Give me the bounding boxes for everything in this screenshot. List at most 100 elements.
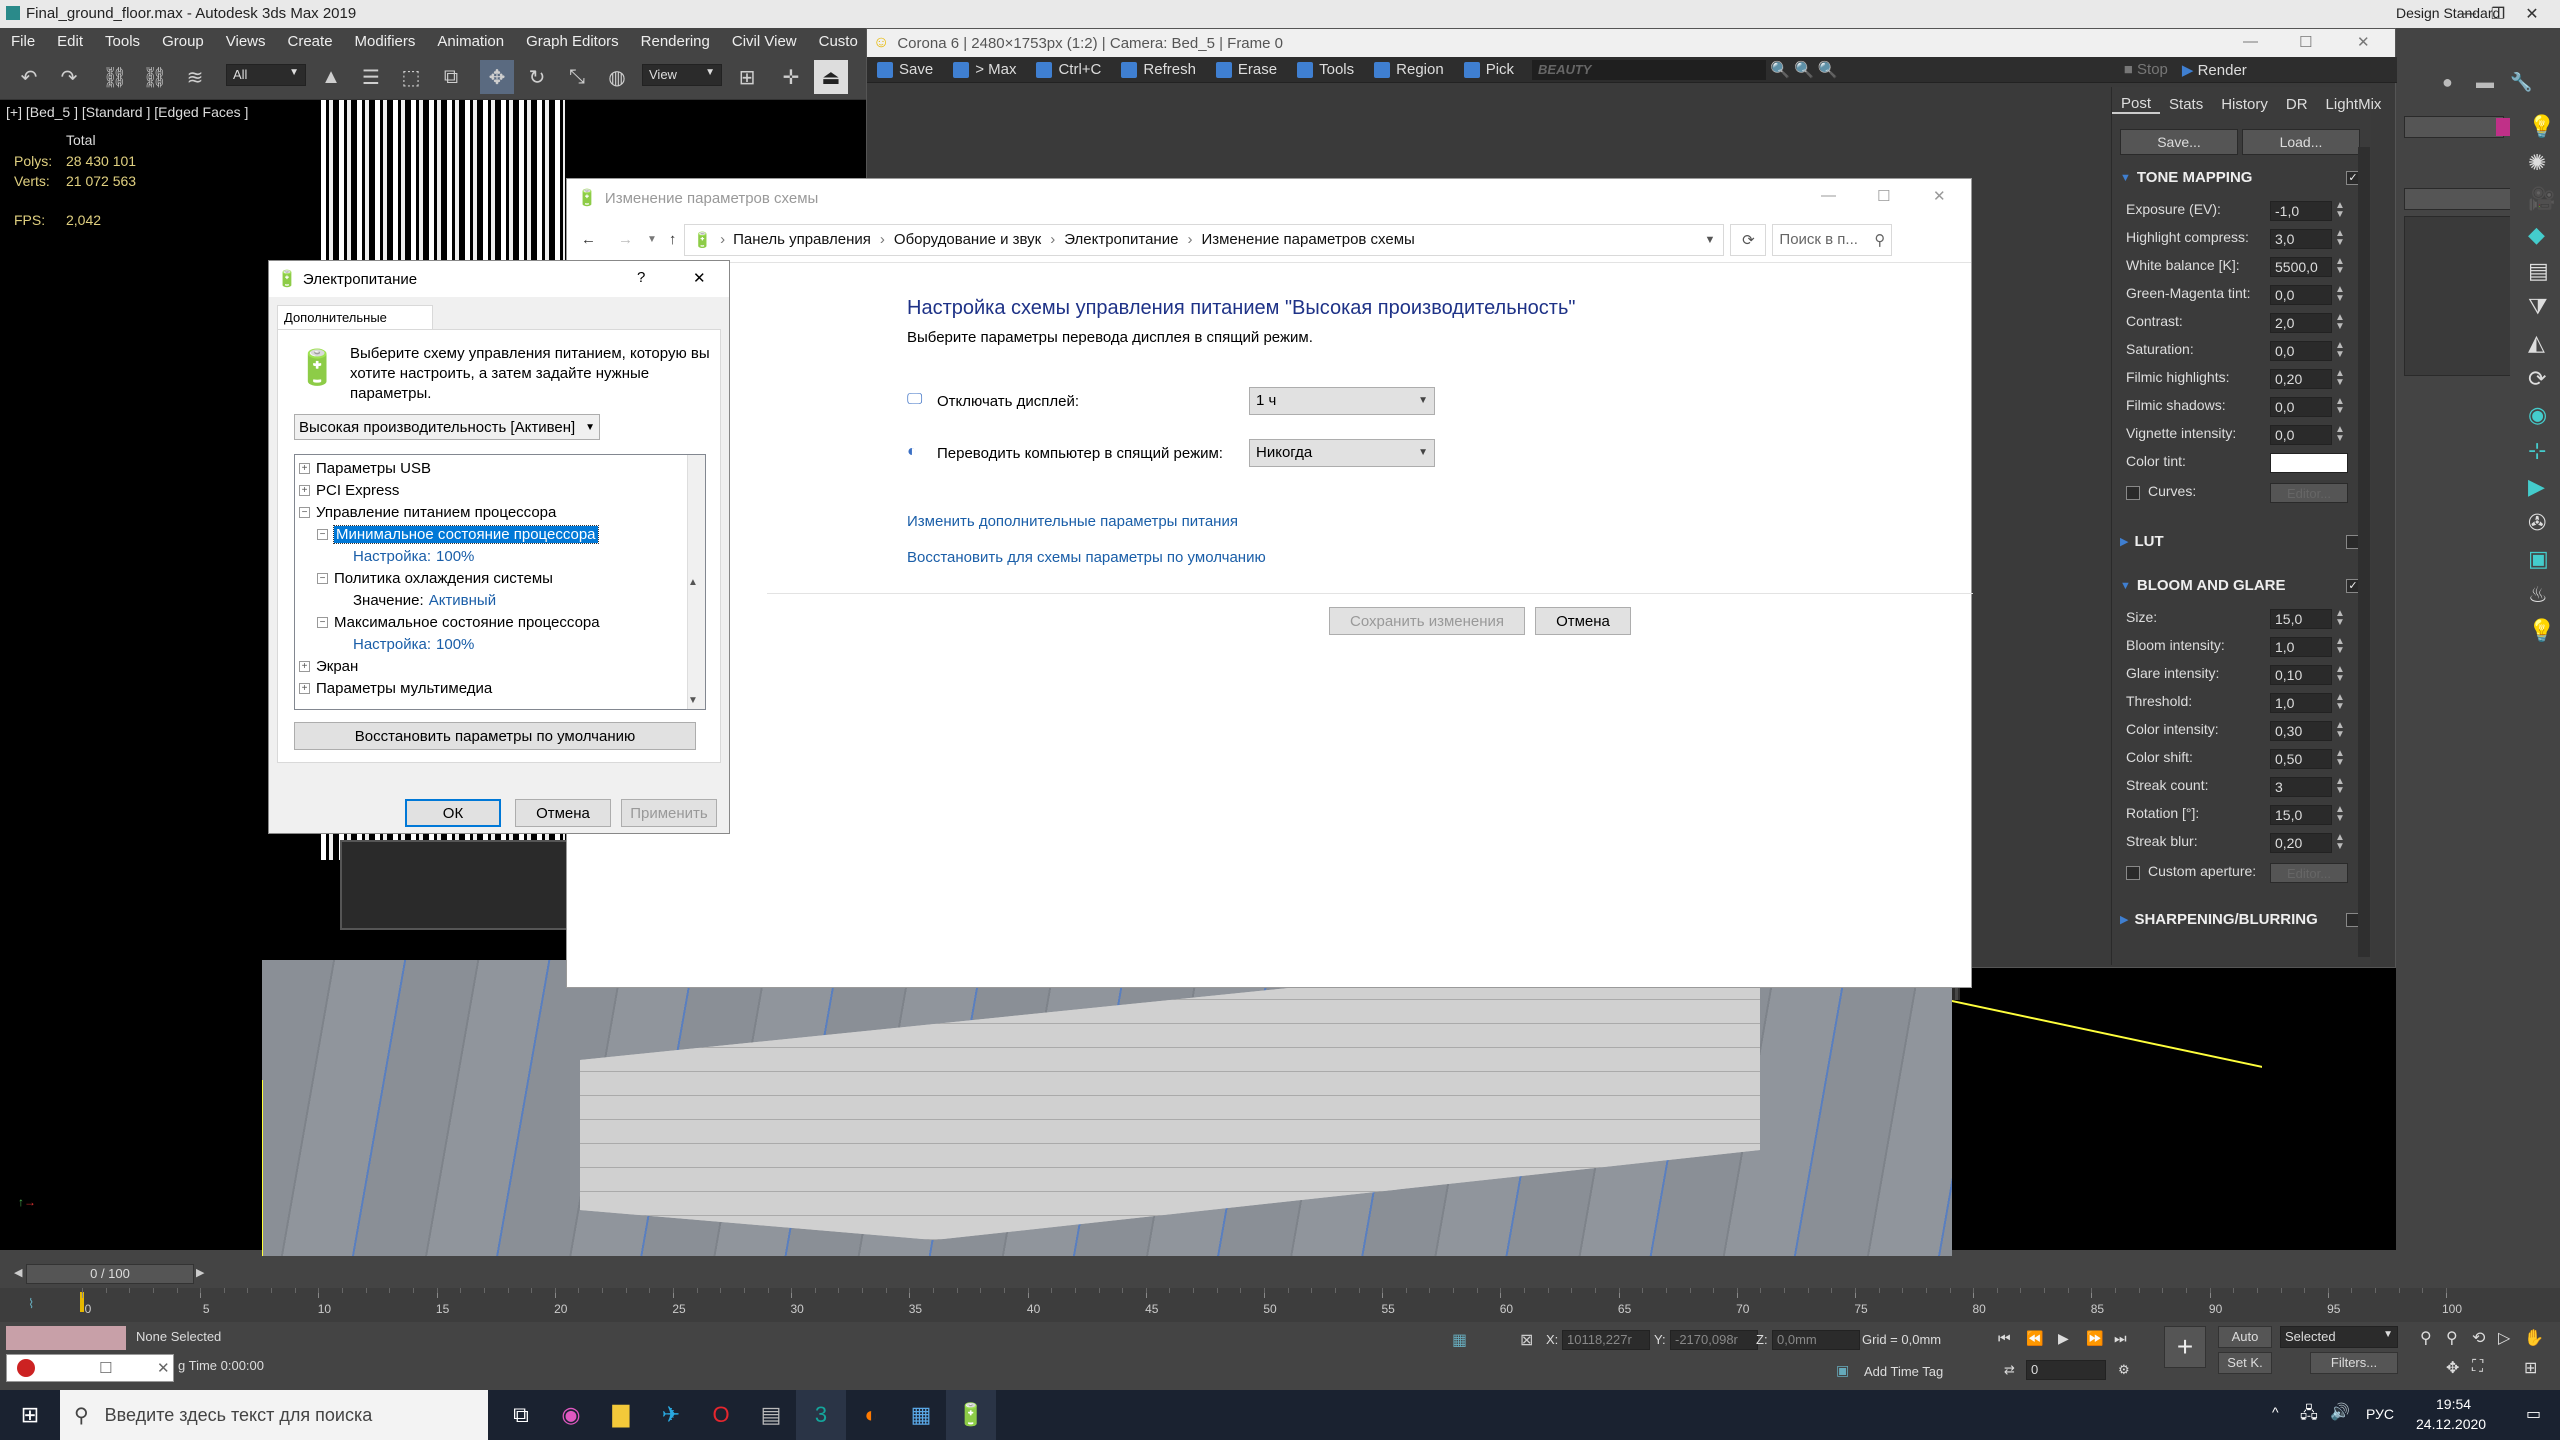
sun-icon[interactable]: ✺	[2528, 150, 2546, 176]
tree-node-cooling-value[interactable]: Значение: Активный	[299, 589, 701, 611]
scroll-up-icon[interactable]: ▲	[688, 573, 698, 591]
light-icon[interactable]: 💡	[2528, 114, 2555, 140]
render-setup-icon[interactable]: ▤	[2528, 258, 2549, 284]
tree-setting-value[interactable]: 100%	[436, 548, 474, 565]
slider-left-icon[interactable]: ◀	[14, 1266, 22, 1279]
bg-value[interactable]: 0,20	[2270, 833, 2332, 853]
bulb-icon[interactable]: 💡	[2528, 618, 2555, 644]
save-changes-button[interactable]: Сохранить изменения	[1329, 607, 1525, 635]
selection-filter-dropdown[interactable]: All ▼	[226, 64, 306, 86]
set-key-icon[interactable]: +	[2164, 1326, 2206, 1368]
settings-tree[interactable]: + Параметры USB + PCI Express − Управление …	[294, 454, 706, 710]
bg-value[interactable]: 1,0	[2270, 693, 2332, 713]
interactive-icon[interactable]: ✇	[2528, 510, 2546, 536]
scroll-down-icon[interactable]: ▼	[688, 691, 705, 709]
expand-plus-icon[interactable]: +	[299, 462, 310, 474]
cpl-minimize-button[interactable]: —	[1821, 187, 1836, 204]
corona-region-button[interactable]: Region	[1364, 61, 1454, 78]
unlink-icon[interactable]: ⛓	[138, 60, 172, 94]
menu-civil-view[interactable]: Civil View	[721, 33, 808, 50]
tab-dr[interactable]: DR	[2277, 96, 2317, 113]
menu-file[interactable]: File	[0, 33, 46, 50]
viewport-label[interactable]: [+] [Bed_5 ] [Standard ] [Edged Faces ]	[6, 104, 248, 120]
spinner-icon[interactable]: ▲ ▼	[2335, 313, 2345, 332]
menu-create[interactable]: Create	[277, 33, 344, 50]
proxy-icon[interactable]: ⟳	[2528, 366, 2546, 392]
menu-tools[interactable]: Tools	[94, 33, 151, 50]
chevron-down-icon[interactable]: ▼	[1705, 234, 1716, 246]
zoom-icon[interactable]: ⚲	[2420, 1328, 2432, 1348]
corona-maximize-button[interactable]: ☐	[2299, 33, 2312, 51]
grid-icon[interactable]: ⊞	[2524, 1358, 2537, 1378]
power-cancel-button[interactable]: Отмена	[515, 799, 611, 827]
restore-defaults-button[interactable]: Восстановить параметры по умолчанию	[294, 722, 696, 750]
rotate-icon[interactable]: ↻	[520, 60, 554, 94]
time-tag-icon[interactable]: ▣	[1836, 1362, 1849, 1379]
cpl-close-button[interactable]: ✕	[1933, 187, 1946, 205]
tm-value[interactable]: 0,0	[2270, 397, 2332, 417]
modifier-list-dropdown[interactable]	[2404, 188, 2514, 210]
power-close-button[interactable]: ✕	[693, 269, 706, 287]
play-icon[interactable]: ▶	[2058, 1330, 2069, 1347]
cpl-cancel-button[interactable]: Отмена	[1535, 607, 1631, 635]
filters-button[interactable]: Filters...	[2310, 1352, 2398, 1374]
material-icon[interactable]: ◆	[2528, 222, 2545, 248]
maximize-viewport-icon[interactable]: ⛶	[2472, 1358, 2483, 1376]
power-options-taskbar-icon[interactable]: 🔋	[946, 1390, 996, 1440]
tab-post[interactable]: Post	[2112, 95, 2161, 114]
select-by-name-icon[interactable]: ☰	[354, 60, 388, 94]
notifications-icon[interactable]: ▭	[2526, 1404, 2541, 1424]
spinner-icon[interactable]: ▲ ▼	[2335, 201, 2345, 220]
orbit-icon[interactable]: ⟲	[2472, 1328, 2485, 1348]
spinner-icon[interactable]: ▲ ▼	[2335, 285, 2345, 304]
track-bar[interactable]: ⌇ 0 5 10 15 20 25 30 35 40 45 50 55 60 65 70 75 80 85 90 95…	[0, 1288, 2560, 1322]
tone-mapping-header[interactable]: ▼ TONE MAPPING ✓	[2120, 169, 2360, 186]
tm-value[interactable]: 0,0	[2270, 285, 2332, 305]
select-manipulate-icon[interactable]: ✛	[774, 60, 808, 94]
tm-value[interactable]: 5500,0	[2270, 257, 2332, 277]
volume-icon[interactable]: 🔊	[2330, 1402, 2350, 1422]
menu-graph-editors[interactable]: Graph Editors	[515, 33, 630, 50]
prev-frame-icon[interactable]: ⏪	[2026, 1330, 2043, 1347]
collapse-minus-icon[interactable]: −	[317, 528, 328, 540]
walk-icon[interactable]: ✥	[2446, 1358, 2459, 1378]
tm-value[interactable]: 0,0	[2270, 341, 2332, 361]
y-coord-field[interactable]: -2170,098r	[1670, 1330, 1758, 1350]
sleep-timeout-select[interactable]: Никогда ▼	[1249, 439, 1435, 467]
key-mode-icon[interactable]: ⇄	[2004, 1362, 2015, 1378]
teapot-icon[interactable]: ♨	[2528, 582, 2548, 608]
bg-value[interactable]: 3	[2270, 777, 2332, 797]
recent-chevron-icon[interactable]: ▼	[647, 234, 657, 245]
tree-node-multimedia[interactable]: + Параметры мультимедиа	[299, 677, 701, 699]
display-timeout-select[interactable]: 1 ч ▼	[1249, 387, 1435, 415]
cpl-maximize-button[interactable]: ☐	[1877, 187, 1890, 205]
next-frame-icon[interactable]: ⏩	[2086, 1330, 2103, 1347]
set-key-button[interactable]: Set K.	[2218, 1352, 2272, 1374]
menu-customize[interactable]: Custo	[808, 33, 869, 50]
menu-rendering[interactable]: Rendering	[630, 33, 721, 50]
tray-chevron-icon[interactable]: ^	[2272, 1404, 2279, 1420]
post-panel-scrollbar[interactable]	[2358, 147, 2370, 957]
crumb-control-panel[interactable]: Панель управления	[733, 231, 871, 248]
scale-icon[interactable]: ⤡	[560, 60, 594, 94]
bg-value[interactable]: 0,50	[2270, 749, 2332, 769]
modifier-stack[interactable]	[2404, 216, 2514, 376]
menu-animation[interactable]: Animation	[426, 33, 515, 50]
network-icon[interactable]: 🖧	[2300, 1402, 2318, 1429]
tm-value[interactable]: -1,0	[2270, 201, 2332, 221]
language-indicator[interactable]: РУС	[2366, 1406, 2394, 1422]
go-to-end-icon[interactable]: ⏭	[2114, 1330, 2127, 1347]
maxscript-listener[interactable]	[6, 1326, 126, 1350]
time-config-icon[interactable]: ⚙	[2118, 1362, 2130, 1378]
zoom-all-icon[interactable]: ⚲	[2446, 1328, 2458, 1348]
bg-value[interactable]: 15,0	[2270, 609, 2332, 629]
corona-to-max-button[interactable]: > Max	[943, 61, 1026, 78]
breadcrumb[interactable]: 🔋 › Панель управления › Оборудование и з…	[684, 223, 1725, 256]
zoom-in-icon[interactable]: 🔍	[1770, 60, 1790, 80]
tree-node-pci[interactable]: + PCI Express	[299, 479, 701, 501]
browser-app-icon[interactable]: ◉	[546, 1390, 596, 1440]
tree-node-cpu[interactable]: − Управление питанием процессора	[299, 501, 701, 523]
tm-value[interactable]: 0,0	[2270, 425, 2332, 445]
bind-spacewarp-icon[interactable]: ≋	[178, 60, 212, 94]
slider-right-icon[interactable]: ▶	[196, 1266, 204, 1279]
